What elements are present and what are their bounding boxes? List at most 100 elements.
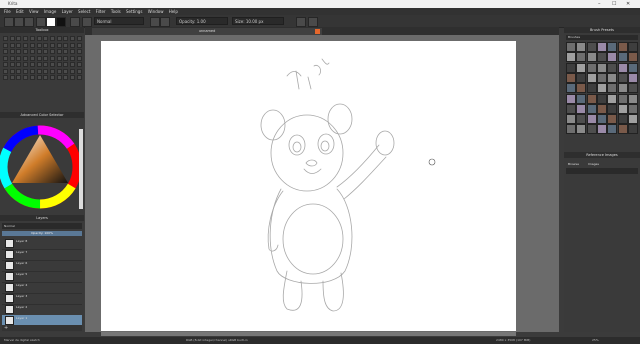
tool-button[interactable] [9, 62, 15, 67]
brush-preset-item[interactable] [596, 52, 607, 63]
brush-preset-item[interactable] [607, 83, 618, 94]
brush-preset-item[interactable] [627, 42, 638, 52]
brush-preset-item[interactable] [566, 114, 576, 125]
brush-preset-item[interactable] [617, 72, 628, 83]
tool-button[interactable] [70, 62, 75, 67]
brush-preset-item[interactable] [596, 114, 607, 125]
layer-blend-mode-select[interactable]: Normal [2, 223, 82, 229]
document-tab[interactable]: unnamed [92, 28, 322, 35]
tool-button[interactable] [43, 49, 49, 54]
tool-button[interactable] [36, 68, 42, 74]
tool-button[interactable] [49, 75, 55, 80]
brush-preset-item[interactable] [566, 103, 576, 114]
brush-preset-item[interactable] [566, 52, 576, 63]
brush-preset-item[interactable] [566, 72, 576, 83]
brush-preset-item[interactable] [586, 72, 597, 83]
brush-preset-item[interactable] [627, 103, 638, 114]
mirror-horizontal-icon[interactable] [296, 17, 306, 27]
tool-button[interactable] [16, 42, 22, 48]
brush-preset-item[interactable] [596, 103, 607, 114]
tool-button[interactable] [76, 49, 82, 54]
brush-preset-item[interactable] [576, 124, 587, 135]
brush-preset-item[interactable] [607, 124, 618, 135]
open-document-icon[interactable] [14, 17, 24, 27]
tool-button[interactable] [16, 62, 22, 67]
brush-preset-item[interactable] [566, 124, 576, 135]
menu-view[interactable]: View [29, 8, 39, 15]
brush-preset-icon[interactable] [82, 17, 92, 27]
brush-preset-item[interactable] [617, 114, 628, 125]
brush-preset-item[interactable] [586, 124, 597, 135]
brush-preset-item[interactable] [617, 93, 628, 104]
tool-button[interactable] [76, 36, 82, 41]
tool-button[interactable] [3, 75, 8, 80]
brush-preset-item[interactable] [627, 124, 638, 135]
menu-image[interactable]: Image [44, 8, 57, 15]
brush-preset-item[interactable] [627, 114, 638, 125]
tool-button[interactable] [63, 62, 69, 67]
foreground-color-swatch[interactable] [56, 17, 66, 27]
eraser-mode-icon[interactable] [150, 17, 160, 27]
brush-preset-item[interactable] [607, 42, 618, 52]
brush-preset-item[interactable] [576, 72, 587, 83]
brush-preset-item[interactable] [617, 124, 628, 135]
brush-preset-item[interactable] [607, 114, 618, 125]
menu-select[interactable]: Select [78, 8, 90, 15]
brush-preset-item[interactable] [607, 72, 618, 83]
tool-button[interactable] [43, 75, 49, 80]
tool-button[interactable] [16, 49, 22, 54]
brush-preset-item[interactable] [586, 93, 597, 104]
tool-button[interactable] [70, 68, 75, 74]
brush-preset-item[interactable] [586, 114, 597, 125]
tool-button[interactable] [16, 55, 22, 61]
brush-preset-item[interactable] [617, 52, 628, 63]
tool-button[interactable] [3, 62, 8, 67]
brush-preset-item[interactable] [566, 62, 576, 73]
tool-button[interactable] [3, 36, 8, 41]
tool-button[interactable] [36, 42, 42, 48]
canvas-paper[interactable] [101, 41, 516, 331]
tool-button[interactable] [29, 49, 35, 54]
brush-preset-item[interactable] [596, 42, 607, 52]
tool-button[interactable] [29, 68, 35, 74]
brush-preset-item[interactable] [596, 72, 607, 83]
tool-button[interactable] [56, 55, 62, 61]
brush-preset-item[interactable] [576, 62, 587, 73]
tool-button[interactable] [49, 42, 55, 48]
tool-button[interactable] [70, 55, 75, 61]
brush-preset-item[interactable] [586, 83, 597, 94]
ref-tab-browse[interactable]: Browse [568, 162, 579, 166]
ref-folder-select[interactable] [566, 168, 638, 174]
tool-button[interactable] [9, 49, 15, 54]
preserve-alpha-icon[interactable] [160, 17, 170, 27]
tool-button[interactable] [9, 42, 15, 48]
tool-button[interactable] [49, 55, 55, 61]
brush-preset-item[interactable] [596, 62, 607, 73]
tool-button[interactable] [36, 55, 42, 61]
brush-preset-item[interactable] [607, 103, 618, 114]
tool-button[interactable] [23, 55, 29, 61]
color-wheel-icon[interactable] [0, 119, 84, 215]
tool-button[interactable] [29, 42, 35, 48]
tool-button[interactable] [16, 68, 22, 74]
brush-preset-item[interactable] [627, 93, 638, 104]
brush-tag-filter[interactable]: Brushes [566, 35, 638, 40]
tool-button[interactable] [23, 68, 29, 74]
tool-button[interactable] [36, 75, 42, 80]
mirror-vertical-icon[interactable] [308, 17, 318, 27]
tool-button[interactable] [9, 75, 15, 80]
tool-button[interactable] [76, 75, 82, 80]
tool-button[interactable] [23, 49, 29, 54]
tool-button[interactable] [36, 62, 42, 67]
tool-button[interactable] [16, 75, 22, 80]
brush-preset-item[interactable] [586, 52, 597, 63]
brush-preset-item[interactable] [607, 52, 618, 63]
background-color-swatch[interactable] [46, 17, 56, 27]
tool-button[interactable] [63, 36, 69, 41]
tab-close-icon[interactable] [315, 29, 320, 34]
tool-button[interactable] [56, 42, 62, 48]
tool-button[interactable] [63, 68, 69, 74]
brush-size-slider[interactable]: Size: 10.00 px [232, 17, 284, 25]
menu-edit[interactable]: Edit [16, 8, 24, 15]
new-document-icon[interactable] [4, 17, 14, 27]
